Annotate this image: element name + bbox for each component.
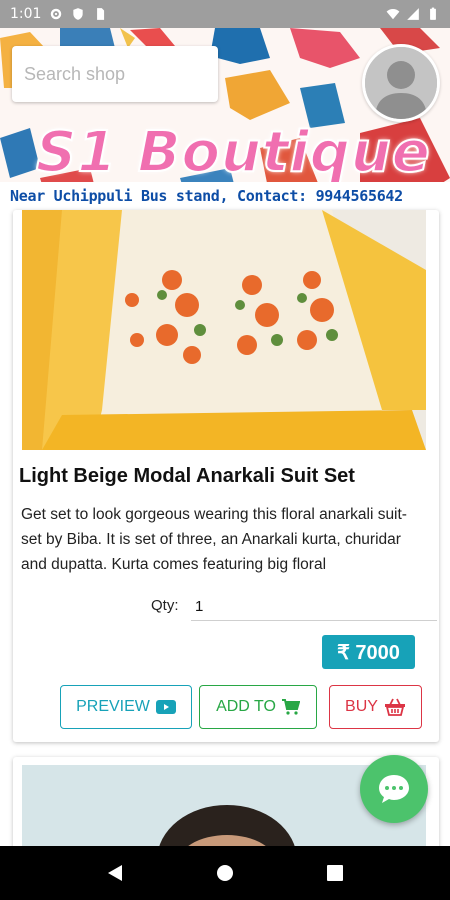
- product-image[interactable]: [22, 210, 426, 450]
- quantity-label: Qty:: [151, 597, 179, 614]
- quantity-input[interactable]: [191, 593, 437, 621]
- wifi-icon: [386, 9, 400, 20]
- navigation-bar: [0, 846, 450, 900]
- status-time: 1:01: [10, 6, 42, 22]
- brand-title: S1 Boutique: [35, 119, 431, 186]
- product-description: Get set to look gorgeous wearing this fl…: [21, 506, 407, 573]
- sim-card-icon: [97, 8, 105, 20]
- preview-button[interactable]: PREVIEW: [60, 685, 192, 729]
- shopping-basket-icon: [384, 698, 405, 716]
- status-bar: 1:01: [0, 0, 450, 28]
- anarkali-dress-image: [22, 210, 426, 450]
- avatar[interactable]: [362, 44, 440, 122]
- video-play-icon: [155, 700, 176, 714]
- back-triangle-icon: [108, 865, 122, 881]
- add-to-cart-label: ADD TO: [216, 698, 276, 715]
- shopping-cart-icon: [281, 699, 300, 715]
- shield-icon: [73, 8, 84, 20]
- search-box: [12, 46, 218, 102]
- chat-button[interactable]: [360, 755, 428, 823]
- signal-icon: [407, 8, 419, 20]
- screen: 1:01 Search shop S1 Boutique Near Uchipp…: [0, 0, 450, 900]
- nav-back-button[interactable]: [100, 858, 130, 888]
- nav-home-button[interactable]: [210, 858, 240, 888]
- buy-button[interactable]: BUY: [329, 685, 422, 729]
- product-card: Light Beige Modal Anarkali Suit Set Get …: [13, 210, 439, 742]
- add-to-cart-button[interactable]: ADD TO: [199, 685, 317, 729]
- recents-square-icon: [327, 865, 343, 881]
- home-circle-icon: [217, 865, 233, 881]
- store-address-tagline: Near Uchippuli Bus stand, Contact: 99445…: [0, 182, 450, 210]
- chat-bubble-icon: [379, 775, 409, 803]
- buy-button-label: BUY: [345, 698, 378, 715]
- battery-icon: [430, 7, 436, 20]
- price-badge: ₹ 7000: [322, 635, 415, 669]
- preview-button-label: PREVIEW: [76, 698, 150, 715]
- search-input[interactable]: [12, 46, 218, 102]
- gear-icon: [51, 8, 62, 20]
- nav-recents-button[interactable]: [320, 858, 350, 888]
- product-name: Light Beige Modal Anarkali Suit Set: [19, 465, 355, 487]
- user-placeholder-icon: [365, 47, 437, 119]
